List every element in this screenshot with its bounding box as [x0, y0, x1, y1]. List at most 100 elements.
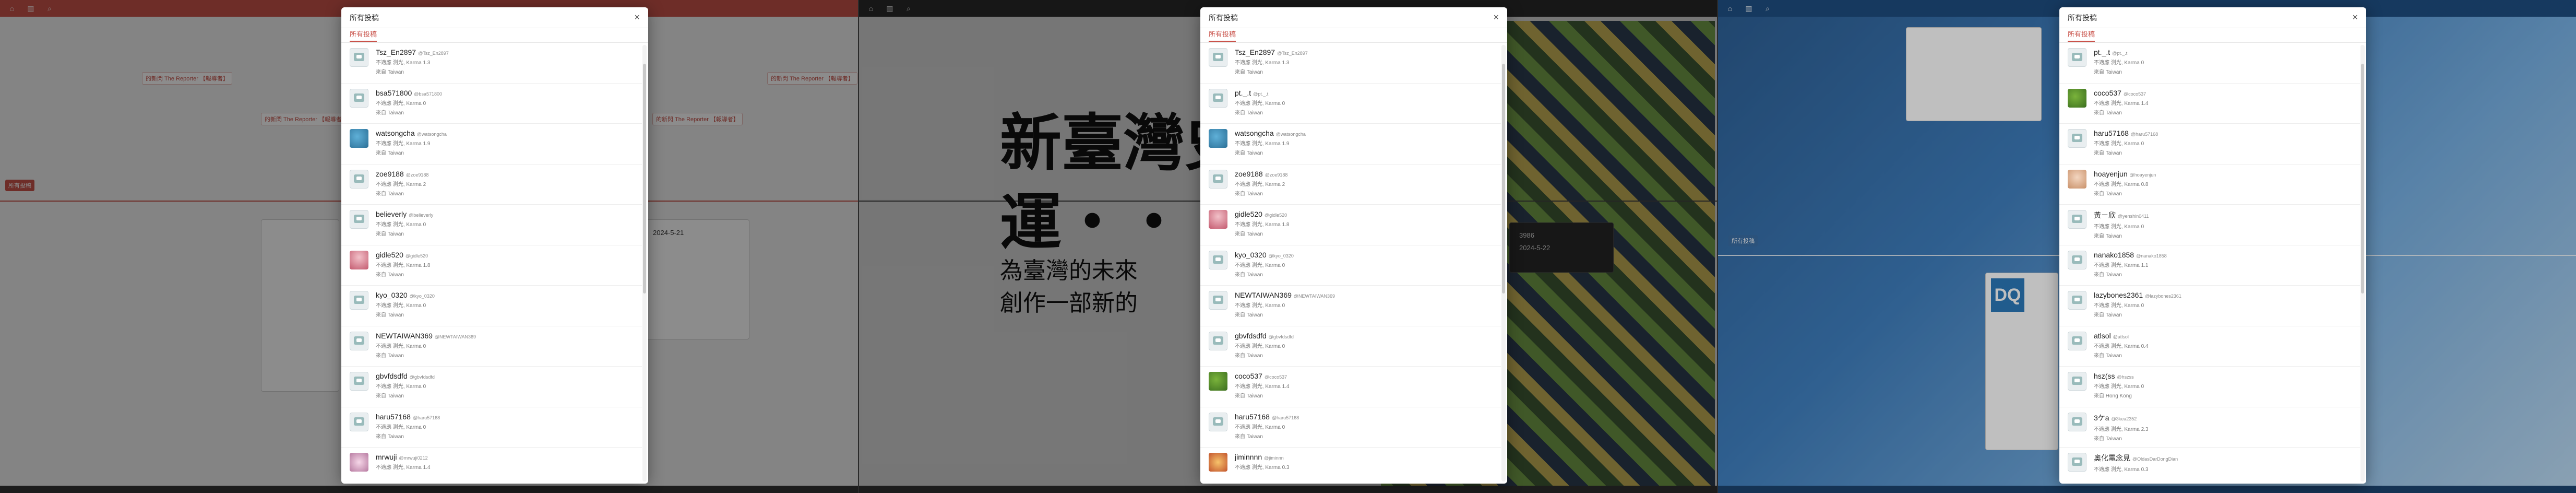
avatar[interactable] [1209, 291, 1227, 310]
user-name[interactable]: gbvfdsdfd [376, 372, 408, 380]
avatar[interactable] [350, 372, 368, 391]
user-row[interactable]: jiminnnn @jiminnn 不適應 測光, Karma 0.3 [1200, 448, 1501, 484]
user-name[interactable]: haru57168 [1235, 413, 1270, 421]
user-row[interactable]: lazybones2361 @lazybones2361 不適應 測光, Karma… [2059, 286, 2360, 326]
avatar[interactable] [350, 250, 368, 269]
user-row[interactable]: coco537 @coco537 不適應 測光, Karma 1.4 來自 Taiwa… [1200, 367, 1501, 407]
user-name[interactable]: NEWTAIWAN369 [1235, 291, 1292, 299]
avatar[interactable] [1209, 412, 1227, 431]
user-name[interactable]: Tsz_En2897 [376, 48, 416, 56]
avatar[interactable] [1209, 453, 1227, 472]
user-name[interactable]: watsongcha [1235, 129, 1274, 137]
user-name[interactable]: nanako1858 [2094, 251, 2134, 259]
avatar[interactable] [350, 169, 368, 189]
tab-all-posts[interactable]: 所有投稿 [2059, 28, 2366, 43]
user-row[interactable]: haru57168 @haru57168 不適應 測光, Karma 0 來自 Tai… [2059, 124, 2360, 165]
user-name[interactable]: 奧化電念見 [2094, 454, 2130, 462]
user-name[interactable]: pt._.t [2094, 48, 2110, 56]
scrollbar[interactable] [642, 45, 647, 482]
avatar[interactable] [350, 88, 368, 108]
scrollbar[interactable] [2360, 45, 2365, 482]
user-name[interactable]: haru57168 [2094, 129, 2129, 137]
avatar[interactable] [350, 291, 368, 310]
user-row[interactable]: gbvfdsdfd @gbvfdsdfd 不適應 測光, Karma 0 來自 Tai… [341, 367, 642, 407]
user-row[interactable]: 黃ㄧ欣 @yenshin0411 不適應 測光, Karma 0 來自 Taiwan [2059, 205, 2360, 245]
user-row[interactable]: 奧化電念見 @OldasDarDongDian 不適應 測光, Karma 0.3 [2059, 448, 2360, 484]
close-icon[interactable]: × [1493, 12, 1499, 23]
avatar[interactable] [2068, 331, 2086, 350]
user-row[interactable]: pt._.t @pt._.t 不適應 測光, Karma 0 來自 Taiwan [1200, 84, 1501, 124]
user-row[interactable]: zoe9188 @zoe9188 不適應 測光, Karma 2 來自 Taiwan [1200, 165, 1501, 205]
avatar[interactable] [2068, 88, 2086, 108]
user-name[interactable]: kyo_0320 [1235, 251, 1267, 259]
user-name[interactable]: hsz(ss [2094, 372, 2115, 380]
avatar[interactable] [1209, 372, 1227, 391]
user-row[interactable]: watsongcha @watsongcha 不適應 測光, Karma 1.9 來自… [341, 124, 642, 165]
user-name[interactable]: 黃ㄧ欣 [2094, 211, 2116, 219]
user-name[interactable]: gidle520 [376, 251, 403, 259]
avatar[interactable] [350, 331, 368, 350]
avatar[interactable] [2068, 372, 2086, 391]
user-row[interactable]: haru57168 @haru57168 不適應 測光, Karma 0 來自 Tai… [341, 407, 642, 448]
avatar[interactable] [1209, 331, 1227, 350]
tab-all-posts[interactable]: 所有投稿 [1200, 28, 1507, 43]
user-row[interactable]: believerly @believerly 不適應 測光, Karma 0 來自 T… [341, 205, 642, 245]
user-row[interactable]: hoayenjun @hoayenjun 不適應 測光, Karma 0.8 來自 T… [2059, 165, 2360, 205]
avatar[interactable] [2068, 129, 2086, 148]
user-row[interactable]: 3ケa @3kea2352 不適應 測光, Karma 2.3 來自 Taiwan [2059, 407, 2360, 448]
user-row[interactable]: haru57168 @haru57168 不適應 測光, Karma 0 來自 Tai… [1200, 407, 1501, 448]
user-name[interactable]: jiminnnn [1235, 453, 1262, 461]
user-row[interactable]: Tsz_En2897 @Tsz_En2897 不適應 測光, Karma 1.3 來自… [1200, 43, 1501, 84]
user-row[interactable]: watsongcha @watsongcha 不適應 測光, Karma 1.9 來自… [1200, 124, 1501, 165]
user-row[interactable]: NEWTAIWAN369 @NEWTAIWAN369 不適應 測光, Karma 0… [341, 326, 642, 367]
avatar[interactable] [350, 129, 368, 148]
user-row[interactable]: kyo_0320 @kyo_0320 不適應 測光, Karma 0 來自 Taiwa… [341, 286, 642, 326]
avatar[interactable] [2068, 412, 2086, 431]
avatar[interactable] [1209, 88, 1227, 108]
user-name[interactable]: pt._.t [1235, 89, 1251, 97]
user-name[interactable]: lazybones2361 [2094, 291, 2143, 299]
user-name[interactable]: watsongcha [376, 129, 415, 137]
user-name[interactable]: haru57168 [376, 413, 411, 421]
user-row[interactable]: NEWTAIWAN369 @NEWTAIWAN369 不適應 測光, Karma 0… [1200, 286, 1501, 326]
user-name[interactable]: Tsz_En2897 [1235, 48, 1275, 56]
user-name[interactable]: mrwuji [376, 453, 397, 461]
user-row[interactable]: gidle520 @gidle520 不適應 測光, Karma 1.8 來自 Tai… [1200, 205, 1501, 245]
user-name[interactable]: gidle520 [1235, 210, 1262, 218]
avatar[interactable] [1209, 48, 1227, 67]
user-row[interactable]: gidle520 @gidle520 不適應 測光, Karma 1.8 來自 Tai… [341, 245, 642, 286]
user-row[interactable]: nanako1858 @nanako1858 不適應 測光, Karma 1.1 來自… [2059, 245, 2360, 286]
user-name[interactable]: kyo_0320 [376, 291, 408, 299]
user-row[interactable]: mrwuji @mrwuji0212 不適應 測光, Karma 1.4 [341, 448, 642, 484]
avatar[interactable] [2068, 48, 2086, 67]
user-name[interactable]: coco537 [2094, 89, 2121, 97]
avatar[interactable] [2068, 291, 2086, 310]
tab-all-posts[interactable]: 所有投稿 [341, 28, 648, 43]
user-row[interactable]: coco537 @coco537 不適應 測光, Karma 1.4 來自 Taiwa… [2059, 84, 2360, 124]
avatar[interactable] [1209, 129, 1227, 148]
user-row[interactable]: Tsz_En2897 @Tsz_En2897 不適應 測光, Karma 1.3 來自… [341, 43, 642, 84]
avatar[interactable] [2068, 250, 2086, 269]
user-row[interactable]: hsz(ss @hszss 不適應 測光, Karma 0 來自 Hong Kong [2059, 367, 2360, 407]
avatar[interactable] [1209, 169, 1227, 189]
user-row[interactable]: kyo_0320 @kyo_0320 不適應 測光, Karma 0 來自 Taiwa… [1200, 245, 1501, 286]
avatar[interactable] [350, 48, 368, 67]
scroll-thumb[interactable] [2361, 64, 2364, 294]
user-row[interactable]: gbvfdsdfd @gbvfdsdfd 不適應 測光, Karma 0 來自 Tai… [1200, 326, 1501, 367]
avatar[interactable] [2068, 210, 2086, 229]
user-name[interactable]: coco537 [1235, 372, 1262, 380]
avatar[interactable] [350, 412, 368, 431]
user-name[interactable]: atlsol [2094, 332, 2111, 340]
user-row[interactable]: pt._.t @pt._.t 不適應 測光, Karma 0 來自 Taiwan [2059, 43, 2360, 84]
user-name[interactable]: believerly [376, 210, 407, 218]
user-name[interactable]: bsa571800 [376, 89, 412, 97]
user-row[interactable]: zoe9188 @zoe9188 不適應 測光, Karma 2 來自 Taiwan [341, 165, 642, 205]
user-name[interactable]: 3ケa [2094, 414, 2109, 422]
avatar[interactable] [1209, 210, 1227, 229]
avatar[interactable] [2068, 169, 2086, 189]
avatar[interactable] [350, 210, 368, 229]
scrollbar[interactable] [1501, 45, 1506, 482]
scroll-thumb[interactable] [643, 64, 646, 294]
user-row[interactable]: bsa571800 @bsa571800 不適應 測光, Karma 0 來自 Tai… [341, 84, 642, 124]
user-name[interactable]: zoe9188 [376, 170, 404, 178]
